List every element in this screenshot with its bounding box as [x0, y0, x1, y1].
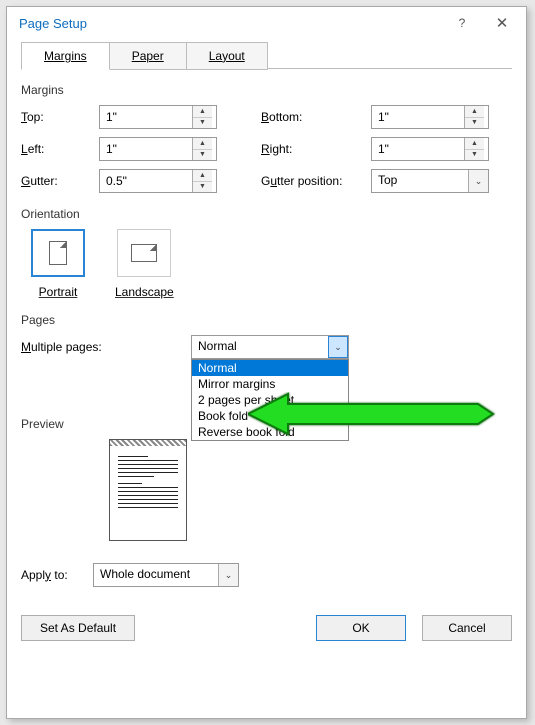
- right-label: Right:: [261, 142, 371, 156]
- option-reverse-book-fold[interactable]: Reverse book fold: [192, 424, 348, 440]
- gutter-spinner[interactable]: ▲▼: [99, 169, 217, 193]
- bottom-spinner[interactable]: ▲▼: [371, 105, 489, 129]
- apply-to-label: Apply to:: [21, 568, 93, 582]
- gutter-down[interactable]: ▼: [193, 182, 212, 193]
- option-normal[interactable]: Normal: [192, 360, 348, 376]
- option-mirror-margins[interactable]: Mirror margins: [192, 376, 348, 392]
- ok-button[interactable]: OK: [316, 615, 406, 641]
- chevron-down-icon: ⌄: [328, 336, 348, 358]
- pages-section-title: Pages: [21, 313, 512, 327]
- bottom-up[interactable]: ▲: [465, 106, 484, 118]
- right-spinner[interactable]: ▲▼: [371, 137, 489, 161]
- left-up[interactable]: ▲: [193, 138, 212, 150]
- gutter-label: Gutter:: [21, 174, 99, 188]
- top-down[interactable]: ▼: [193, 118, 212, 129]
- gutter-position-label: Gutter position:: [261, 174, 371, 188]
- help-button[interactable]: ?: [444, 9, 480, 37]
- preview: [109, 439, 187, 541]
- tab-paper[interactable]: Paper: [109, 42, 187, 70]
- right-down[interactable]: ▼: [465, 150, 484, 161]
- orientation-section-title: Orientation: [21, 207, 512, 221]
- apply-to-combo[interactable]: Whole document ⌄: [93, 563, 239, 587]
- tab-layout[interactable]: Layout: [186, 42, 268, 70]
- right-input[interactable]: [372, 138, 464, 160]
- option-book-fold[interactable]: Book fold: [192, 408, 348, 424]
- left-down[interactable]: ▼: [193, 150, 212, 161]
- gutter-input[interactable]: [100, 170, 192, 192]
- multiple-pages-combo[interactable]: Normal ⌄ Normal Mirror margins 2 pages p…: [191, 335, 349, 359]
- left-input[interactable]: [100, 138, 192, 160]
- left-label: Left:: [21, 142, 99, 156]
- close-icon: ✕: [496, 14, 509, 32]
- help-icon: ?: [459, 16, 466, 30]
- tab-margins[interactable]: Margins: [21, 42, 110, 70]
- page-setup-dialog: Page Setup ? ✕ Margins Paper Layout Marg…: [6, 6, 527, 719]
- left-spinner[interactable]: ▲▼: [99, 137, 217, 161]
- option-2-pages-per-sheet[interactable]: 2 pages per sheet: [192, 392, 348, 408]
- multiple-pages-label: Multiple pages:: [21, 340, 191, 354]
- tab-strip: Margins Paper Layout: [21, 41, 512, 69]
- bottom-down[interactable]: ▼: [465, 118, 484, 129]
- portrait-icon: [49, 241, 67, 265]
- top-up[interactable]: ▲: [193, 106, 212, 118]
- apply-to-value: Whole document: [94, 564, 218, 586]
- bottom-input[interactable]: [372, 106, 464, 128]
- titlebar: Page Setup ? ✕: [7, 7, 526, 39]
- top-label: Top:: [21, 110, 99, 124]
- dialog-title: Page Setup: [19, 16, 87, 31]
- cancel-button[interactable]: Cancel: [422, 615, 512, 641]
- landscape-icon: [131, 244, 157, 262]
- top-input[interactable]: [100, 106, 192, 128]
- right-up[interactable]: ▲: [465, 138, 484, 150]
- chevron-down-icon: ⌄: [468, 170, 488, 192]
- set-as-default-button[interactable]: Set As Default: [21, 615, 135, 641]
- margins-section-title: Margins: [21, 83, 512, 97]
- orientation-portrait[interactable]: Portrait: [31, 229, 85, 299]
- top-spinner[interactable]: ▲▼: [99, 105, 217, 129]
- multiple-pages-dropdown: Normal Mirror margins 2 pages per sheet …: [191, 359, 349, 441]
- chevron-down-icon: ⌄: [218, 564, 238, 586]
- gutter-up[interactable]: ▲: [193, 170, 212, 182]
- orientation-landscape[interactable]: Landscape: [115, 229, 174, 299]
- multiple-pages-value: Normal: [192, 336, 328, 358]
- close-button[interactable]: ✕: [484, 9, 520, 37]
- bottom-label: Bottom:: [261, 110, 371, 124]
- gutter-position-value: Top: [372, 170, 468, 192]
- gutter-position-combo[interactable]: Top ⌄: [371, 169, 489, 193]
